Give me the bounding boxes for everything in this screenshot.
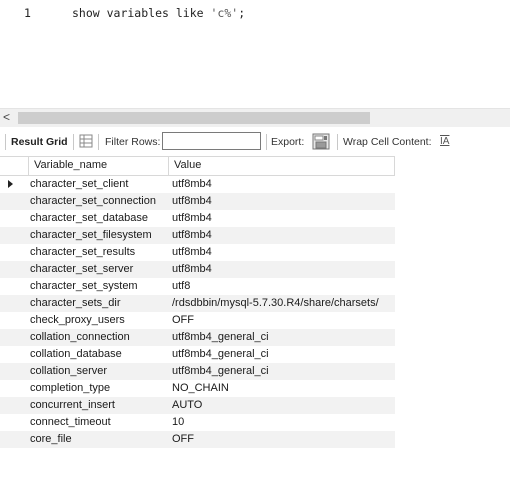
cell-variable-name[interactable]: connect_timeout (28, 414, 168, 431)
cell-value[interactable]: utf8mb4 (168, 176, 395, 193)
table-row[interactable]: collation_database utf8mb4_general_ci (0, 346, 395, 363)
sql-string-literal: 'c%' (210, 6, 239, 20)
wrap-cell-content-label: Wrap Cell Content: (343, 136, 432, 148)
export-icon[interactable] (312, 133, 330, 153)
result-grid-tab[interactable]: Result Grid (11, 136, 68, 148)
table-row[interactable]: connect_timeout 10 (0, 414, 395, 431)
cell-value[interactable]: utf8mb4 (168, 261, 395, 278)
cell-value[interactable]: utf8 (168, 278, 395, 295)
cell-variable-name[interactable]: character_set_system (28, 278, 168, 295)
cell-value[interactable]: utf8mb4 (168, 244, 395, 261)
row-selector[interactable] (0, 176, 28, 193)
result-toolbar: Result Grid Filter Rows: Export: Wrap Ce… (0, 130, 510, 154)
cell-value[interactable]: /rdsdbbin/mysql-5.7.30.R4/share/charsets… (168, 295, 395, 312)
row-selector[interactable] (0, 261, 28, 278)
row-selector[interactable] (0, 363, 28, 380)
column-header-variable-name[interactable]: Variable_name (28, 157, 168, 175)
toolbar-separator (337, 134, 338, 150)
scrollbar-thumb[interactable] (18, 112, 370, 124)
filter-rows-input[interactable] (162, 132, 261, 150)
table-row[interactable]: character_sets_dir/rdsdbbin/mysql-5.7.30… (0, 295, 395, 312)
row-selector[interactable] (0, 329, 28, 346)
current-row-pointer-icon (8, 180, 13, 188)
sql-editor[interactable]: 1 show variables like 'c%'; (0, 0, 510, 108)
cell-variable-name[interactable]: completion_type (28, 380, 168, 397)
row-selector[interactable] (0, 278, 28, 295)
row-selector[interactable] (0, 244, 28, 261)
cell-value[interactable]: utf8mb4 (168, 193, 395, 210)
sql-terminator: ; (238, 6, 246, 20)
table-row[interactable]: collation_connection utf8mb4_general_ci (0, 329, 395, 346)
grid-rows: character_set_client utf8mb4 character_set… (0, 176, 395, 448)
table-row[interactable]: completion_type NO_CHAIN (0, 380, 395, 397)
cell-value[interactable]: OFF (168, 312, 395, 329)
row-selector[interactable] (0, 227, 28, 244)
filter-rows-label: Filter Rows: (105, 136, 161, 148)
toolbar-separator (98, 134, 99, 150)
row-selector[interactable] (0, 295, 28, 312)
toolbar-separator (266, 134, 267, 150)
row-selector[interactable] (0, 431, 28, 448)
table-row[interactable]: core_file OFF (0, 431, 395, 448)
cell-variable-name[interactable]: character_set_database (28, 210, 168, 227)
cell-variable-name[interactable]: check_proxy_users (28, 312, 168, 329)
grid-layout-icon[interactable] (79, 134, 93, 151)
scroll-left-arrow[interactable]: < (3, 110, 10, 124)
table-row[interactable]: character_set_results utf8mb4 (0, 244, 395, 261)
cell-value[interactable]: AUTO (168, 397, 395, 414)
table-row[interactable]: check_proxy_users OFF (0, 312, 395, 329)
table-row[interactable]: character_set_database utf8mb4 (0, 210, 395, 227)
cell-variable-name[interactable]: character_set_server (28, 261, 168, 278)
cell-variable-name[interactable]: character_sets_dir (28, 295, 168, 312)
result-grid: Variable_name Value character_set_client… (0, 156, 395, 448)
cell-variable-name[interactable]: collation_connection (28, 329, 168, 346)
cell-variable-name[interactable]: core_file (28, 431, 168, 448)
cell-value[interactable]: utf8mb4_general_ci (168, 346, 395, 363)
table-row[interactable]: character_set_filesystem utf8mb4 (0, 227, 395, 244)
table-row[interactable]: character_set_server utf8mb4 (0, 261, 395, 278)
wrap-cell-content-icon[interactable]: IA (440, 136, 449, 147)
cell-value[interactable]: NO_CHAIN (168, 380, 395, 397)
cell-value[interactable]: utf8mb4_general_ci (168, 363, 395, 380)
toolbar-separator (5, 134, 6, 150)
cell-value[interactable]: OFF (168, 431, 395, 448)
grid-header: Variable_name Value (0, 156, 395, 176)
row-selector[interactable] (0, 346, 28, 363)
code-line[interactable]: 1 show variables like 'c%'; (0, 6, 510, 22)
row-selector[interactable] (0, 312, 28, 329)
editor-horizontal-scrollbar[interactable]: < (0, 108, 510, 127)
cell-variable-name[interactable]: concurrent_insert (28, 397, 168, 414)
cell-value[interactable]: 10 (168, 414, 395, 431)
cell-value[interactable]: utf8mb4_general_ci (168, 329, 395, 346)
table-row[interactable]: character_set_client utf8mb4 (0, 176, 395, 193)
cell-variable-name[interactable]: collation_server (28, 363, 168, 380)
row-selector[interactable] (0, 380, 28, 397)
export-label: Export: (271, 136, 305, 148)
cell-variable-name[interactable]: collation_database (28, 346, 168, 363)
sql-keyword-text: show variables like (72, 6, 211, 20)
table-row[interactable]: character_set_connection utf8mb4 (0, 193, 395, 210)
cell-variable-name[interactable]: character_set_results (28, 244, 168, 261)
cell-variable-name[interactable]: character_set_client (28, 176, 168, 193)
cell-value[interactable]: utf8mb4 (168, 210, 395, 227)
row-selector[interactable] (0, 397, 28, 414)
line-number: 1 (24, 6, 31, 20)
table-row[interactable]: character_set_system utf8 (0, 278, 395, 295)
row-selector[interactable] (0, 193, 28, 210)
cell-variable-name[interactable]: character_set_filesystem (28, 227, 168, 244)
cell-variable-name[interactable]: character_set_connection (28, 193, 168, 210)
cell-value[interactable]: utf8mb4 (168, 227, 395, 244)
row-selector[interactable] (0, 414, 28, 431)
row-selector[interactable] (0, 210, 28, 227)
sql-statement[interactable]: show variables like 'c%'; (72, 6, 245, 20)
table-row[interactable]: collation_server utf8mb4_general_ci (0, 363, 395, 380)
column-header-value[interactable]: Value (168, 157, 395, 175)
table-row[interactable]: concurrent_insert AUTO (0, 397, 395, 414)
toolbar-separator (73, 134, 74, 150)
